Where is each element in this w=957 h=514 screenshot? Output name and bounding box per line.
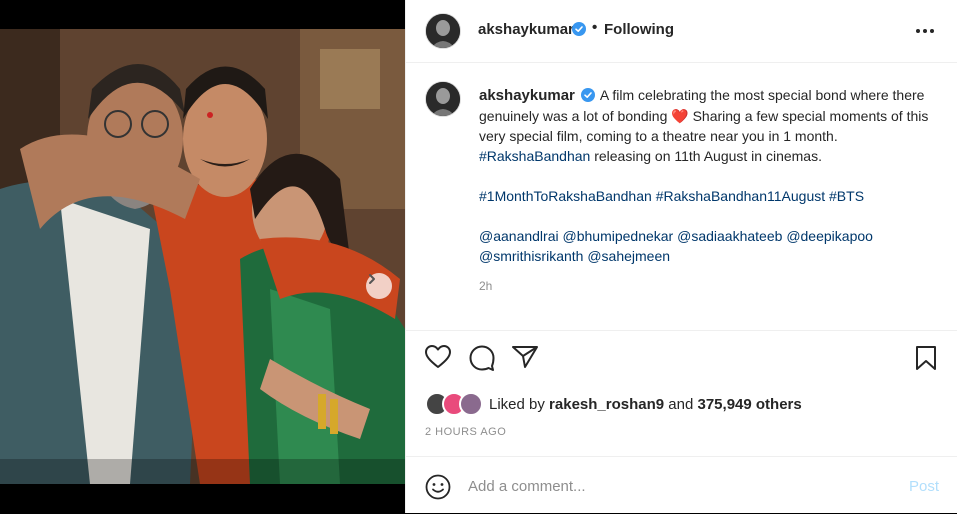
mention-link[interactable]: @bhumipednekar [563,228,674,244]
bookmark-icon[interactable] [915,345,937,376]
avatar-image [426,82,460,116]
caption-timestamp[interactable]: 2h [479,279,492,293]
caption-author-avatar[interactable] [425,81,461,117]
likes-summary: Liked by rakesh_roshan9 and 375,949 othe… [425,392,802,416]
hashtag-link[interactable]: #BTS [829,188,864,204]
mention-link[interactable]: @smrithisrikanth [479,248,583,264]
verified-badge-icon [572,22,586,36]
hashtag-link[interactable]: #RakshaBandhan11August [656,188,825,204]
author-username[interactable]: akshaykumar [478,21,574,38]
likes-count-link[interactable]: 375,949 others [698,396,802,413]
liked-by-and: and [668,395,694,413]
following-button[interactable]: Following [604,21,674,38]
photo-illustration [0,29,405,484]
post-details-panel: akshaykumar • Following akshaykumar A fi… [405,0,957,513]
hashtag-link[interactable]: #1MonthToRakshaBandhan [479,188,652,204]
mention-link[interactable]: @sahejmeen [587,248,670,264]
mention-link[interactable]: @sadiaakhateeb [677,228,782,244]
liked-by-prefix: Liked by [489,395,545,413]
post-timestamp[interactable]: 2 HOURS AGO [425,426,506,438]
heart-emoji: ❤️ [671,108,689,124]
emoji-icon[interactable] [425,474,451,505]
comment-input[interactable] [466,474,890,498]
caption-username[interactable]: akshaykumar [479,87,575,104]
share-icon[interactable] [512,345,538,374]
post-comment-button[interactable]: Post [909,478,939,495]
post-media [0,0,405,513]
author-avatar[interactable] [425,13,461,49]
caption-section: akshaykumar A film celebrating the most … [406,63,957,330]
comment-icon[interactable] [469,345,495,376]
comment-bar: Post [406,456,957,514]
mention-link[interactable]: @aanandlrai [479,228,559,244]
header-separator: • [592,19,598,36]
liked-by-user-link[interactable]: rakesh_roshan9 [549,396,664,413]
post-photo[interactable] [0,29,405,484]
chevron-right-icon [369,274,375,284]
caption-text-3: releasing on 11th August in cinemas. [594,148,822,164]
more-options-icon[interactable] [916,29,934,33]
verified-badge-icon [580,87,595,102]
mention-link[interactable]: @deepikapoo [786,228,873,244]
avatar-image [426,14,460,48]
post-caption: akshaykumar A film celebrating the most … [479,85,929,266]
liker-avatar[interactable] [459,392,483,416]
action-bar [406,330,957,383]
heart-icon[interactable] [425,345,451,374]
post-header: akshaykumar • Following [406,0,957,63]
likes-text: Liked by rakesh_roshan9 and 375,949 othe… [489,396,802,413]
carousel-next-button[interactable] [366,273,392,299]
hashtag-link[interactable]: #RakshaBandhan [479,148,590,164]
